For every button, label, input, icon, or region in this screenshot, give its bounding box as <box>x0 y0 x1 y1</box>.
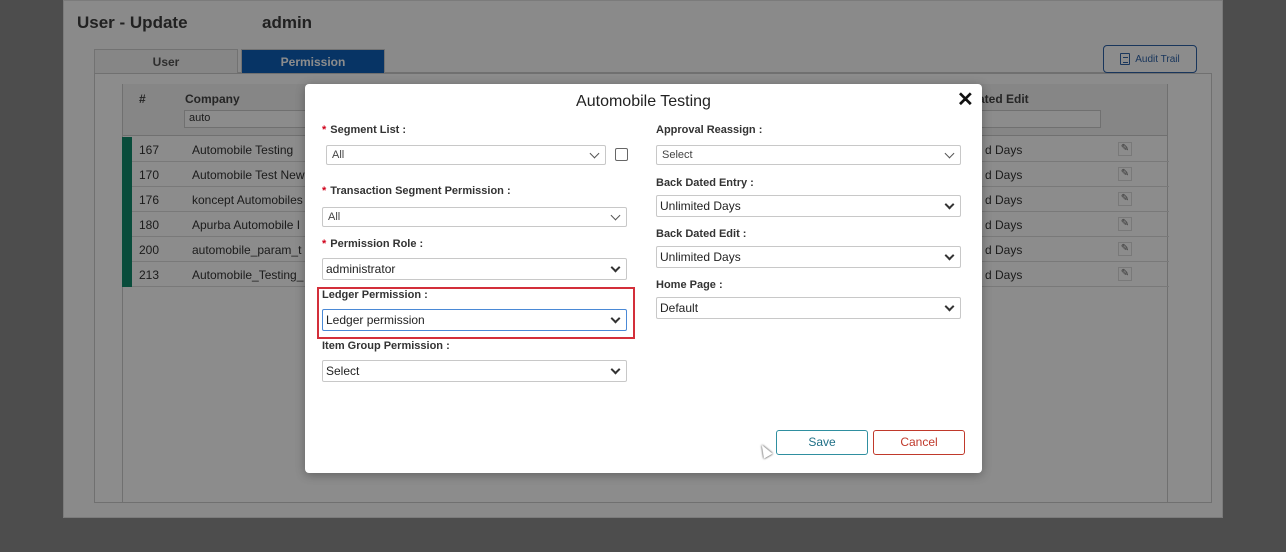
segment-list-select[interactable]: All <box>326 145 606 165</box>
back-dated-entry-label: Back Dated Entry : <box>656 177 754 189</box>
item-group-permission-label: Item Group Permission : <box>322 340 450 352</box>
back-dated-entry-select[interactable]: Unlimited Days <box>656 195 961 217</box>
chevron-down-icon <box>610 313 621 324</box>
close-icon[interactable]: ✕ <box>957 90 974 110</box>
chevron-down-icon <box>610 262 621 273</box>
segment-list-label: * Segment List : <box>322 124 407 136</box>
chevron-down-icon <box>944 250 955 261</box>
save-button[interactable]: Save <box>776 430 868 455</box>
back-dated-edit-label: Back Dated Edit : <box>656 228 747 240</box>
permission-role-select[interactable]: administrator <box>322 258 627 280</box>
chevron-down-icon <box>944 199 955 210</box>
segment-list-checkbox[interactable] <box>615 148 628 161</box>
approval-reassign-label: Approval Reassign : <box>656 124 763 136</box>
home-page-select[interactable]: Default <box>656 297 961 319</box>
cancel-button[interactable]: Cancel <box>873 430 965 455</box>
chevron-down-icon <box>944 301 955 312</box>
chevron-down-icon <box>944 148 955 159</box>
required-marker: * <box>322 124 327 136</box>
home-page-label: Home Page : <box>656 279 723 291</box>
modal-title: Automobile Testing <box>576 93 711 110</box>
ledger-permission-label: Ledger Permission : <box>322 289 428 301</box>
transaction-segment-permission-select[interactable]: All <box>322 207 627 227</box>
approval-reassign-select[interactable]: Select <box>656 145 961 165</box>
permission-role-label: * Permission Role : <box>322 238 424 250</box>
permission-modal: Automobile Testing ✕ * Segment List : All… <box>305 84 982 473</box>
chevron-down-icon <box>610 210 621 221</box>
item-group-permission-select[interactable]: Select <box>322 360 627 382</box>
chevron-down-icon <box>610 364 621 375</box>
required-marker: * <box>322 238 327 250</box>
required-marker: * <box>322 185 327 197</box>
back-dated-edit-select[interactable]: Unlimited Days <box>656 246 961 268</box>
chevron-down-icon <box>589 148 600 159</box>
ledger-permission-select[interactable]: Ledger permission <box>322 309 627 331</box>
transaction-segment-permission-label: * Transaction Segment Permission : <box>322 185 511 197</box>
